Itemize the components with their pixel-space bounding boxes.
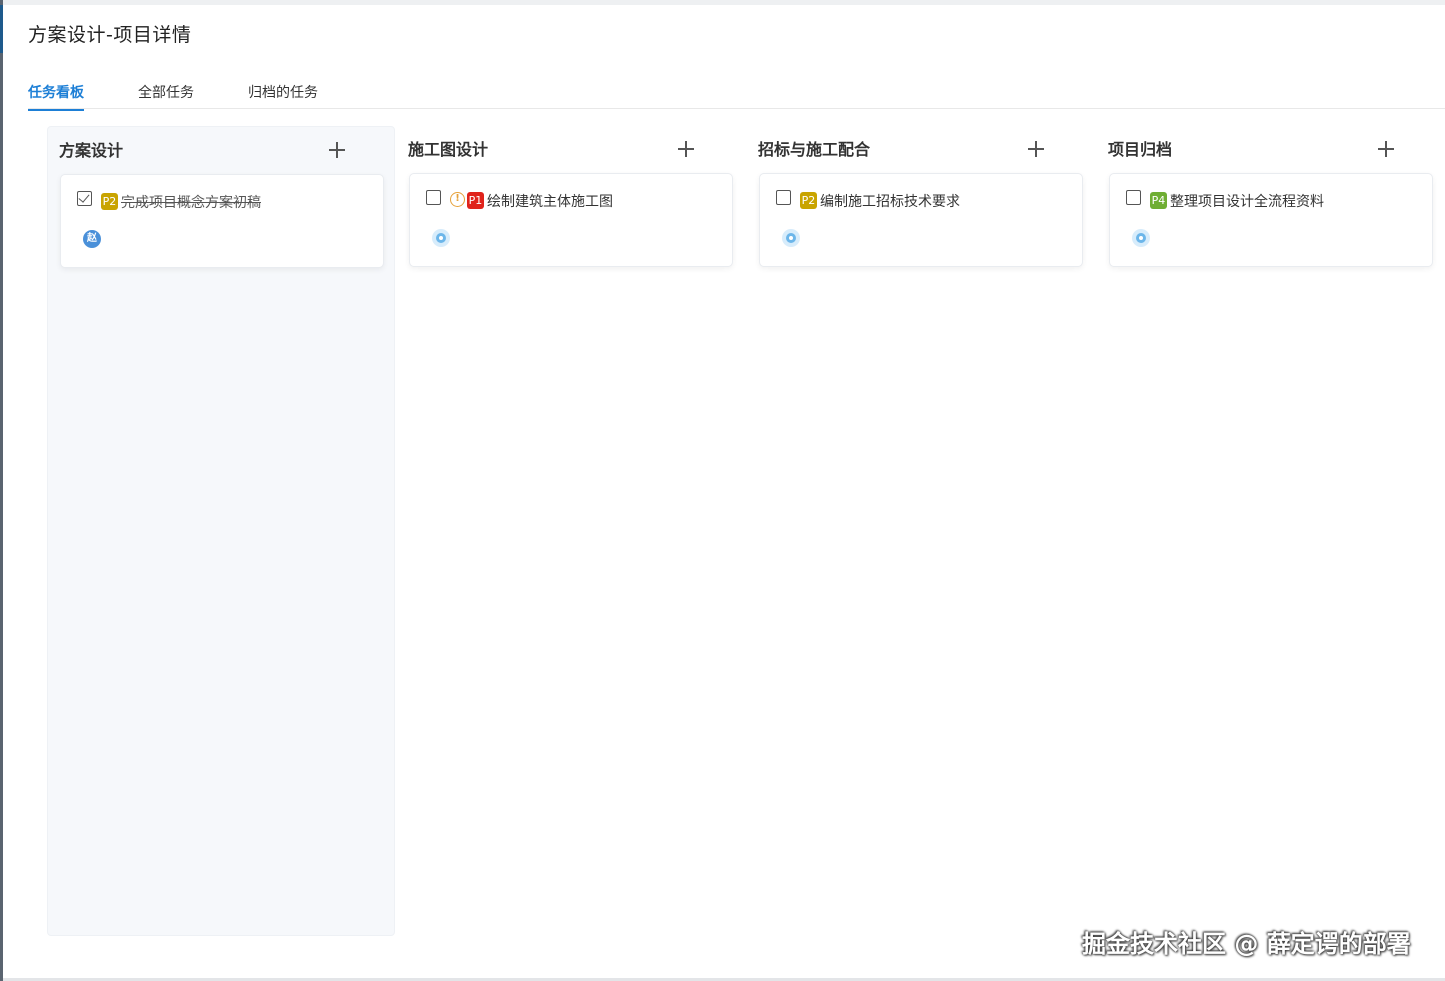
task-title[interactable]: 绘制建筑主体施工图	[487, 191, 613, 211]
priority-badge: P2	[800, 192, 817, 209]
plus-icon[interactable]	[1025, 138, 1047, 160]
default-avatar-icon[interactable]	[432, 229, 450, 247]
task-card[interactable]: P4 整理项目设计全流程资料	[1109, 173, 1433, 267]
tab-all-tasks[interactable]: 全部任务	[138, 82, 194, 109]
task-checkbox[interactable]	[426, 190, 441, 205]
task-title[interactable]: 完成项目概念方案初稿	[121, 192, 261, 212]
plus-icon[interactable]	[1375, 138, 1397, 160]
column-title: 方案设计	[59, 141, 124, 160]
tab-task-board[interactable]: 任务看板	[28, 82, 84, 111]
default-avatar-icon[interactable]	[1132, 229, 1150, 247]
task-checkbox[interactable]	[77, 191, 92, 206]
board-column: 招标与施工配合 P2 编制施工招标技术要求	[747, 126, 1095, 936]
warning-icon: !	[450, 192, 465, 207]
column-title: 招标与施工配合	[758, 140, 871, 159]
tab-archived-tasks[interactable]: 归档的任务	[248, 82, 318, 109]
priority-badge: P1	[467, 192, 484, 209]
column-title: 施工图设计	[408, 140, 489, 159]
page-title: 方案设计-项目详情	[28, 24, 192, 46]
board-column: 项目归档 P4 整理项目设计全流程资料	[1097, 126, 1445, 936]
board-column: 施工图设计 ! P1 绘制建筑主体施工图	[397, 126, 745, 936]
task-checkbox[interactable]	[1126, 190, 1141, 205]
priority-badge: P2	[101, 193, 118, 210]
task-card[interactable]: P2 编制施工招标技术要求	[759, 173, 1083, 267]
window-top-edge	[3, 0, 1445, 5]
avatar[interactable]: 赵	[83, 230, 101, 248]
watermark-text: 掘金技术社区 @ 薛定谔的部署	[1082, 930, 1411, 958]
board-column: 方案设计 P2 完成项目概念方案初稿 赵	[47, 126, 395, 936]
window-left-edge	[0, 0, 3, 981]
task-checkbox[interactable]	[776, 190, 791, 205]
task-card[interactable]: P2 完成项目概念方案初稿 赵	[60, 174, 384, 268]
task-title[interactable]: 编制施工招标技术要求	[820, 191, 960, 211]
task-card[interactable]: ! P1 绘制建筑主体施工图	[409, 173, 733, 267]
default-avatar-icon[interactable]	[782, 229, 800, 247]
priority-badge: P4	[1150, 192, 1167, 209]
task-title[interactable]: 整理项目设计全流程资料	[1170, 191, 1324, 211]
tab-bar: 任务看板 全部任务 归档的任务	[28, 78, 1445, 111]
plus-icon[interactable]	[675, 138, 697, 160]
column-title: 项目归档	[1108, 140, 1173, 159]
plus-icon[interactable]	[326, 139, 348, 161]
window-left-accent	[0, 5, 3, 53]
